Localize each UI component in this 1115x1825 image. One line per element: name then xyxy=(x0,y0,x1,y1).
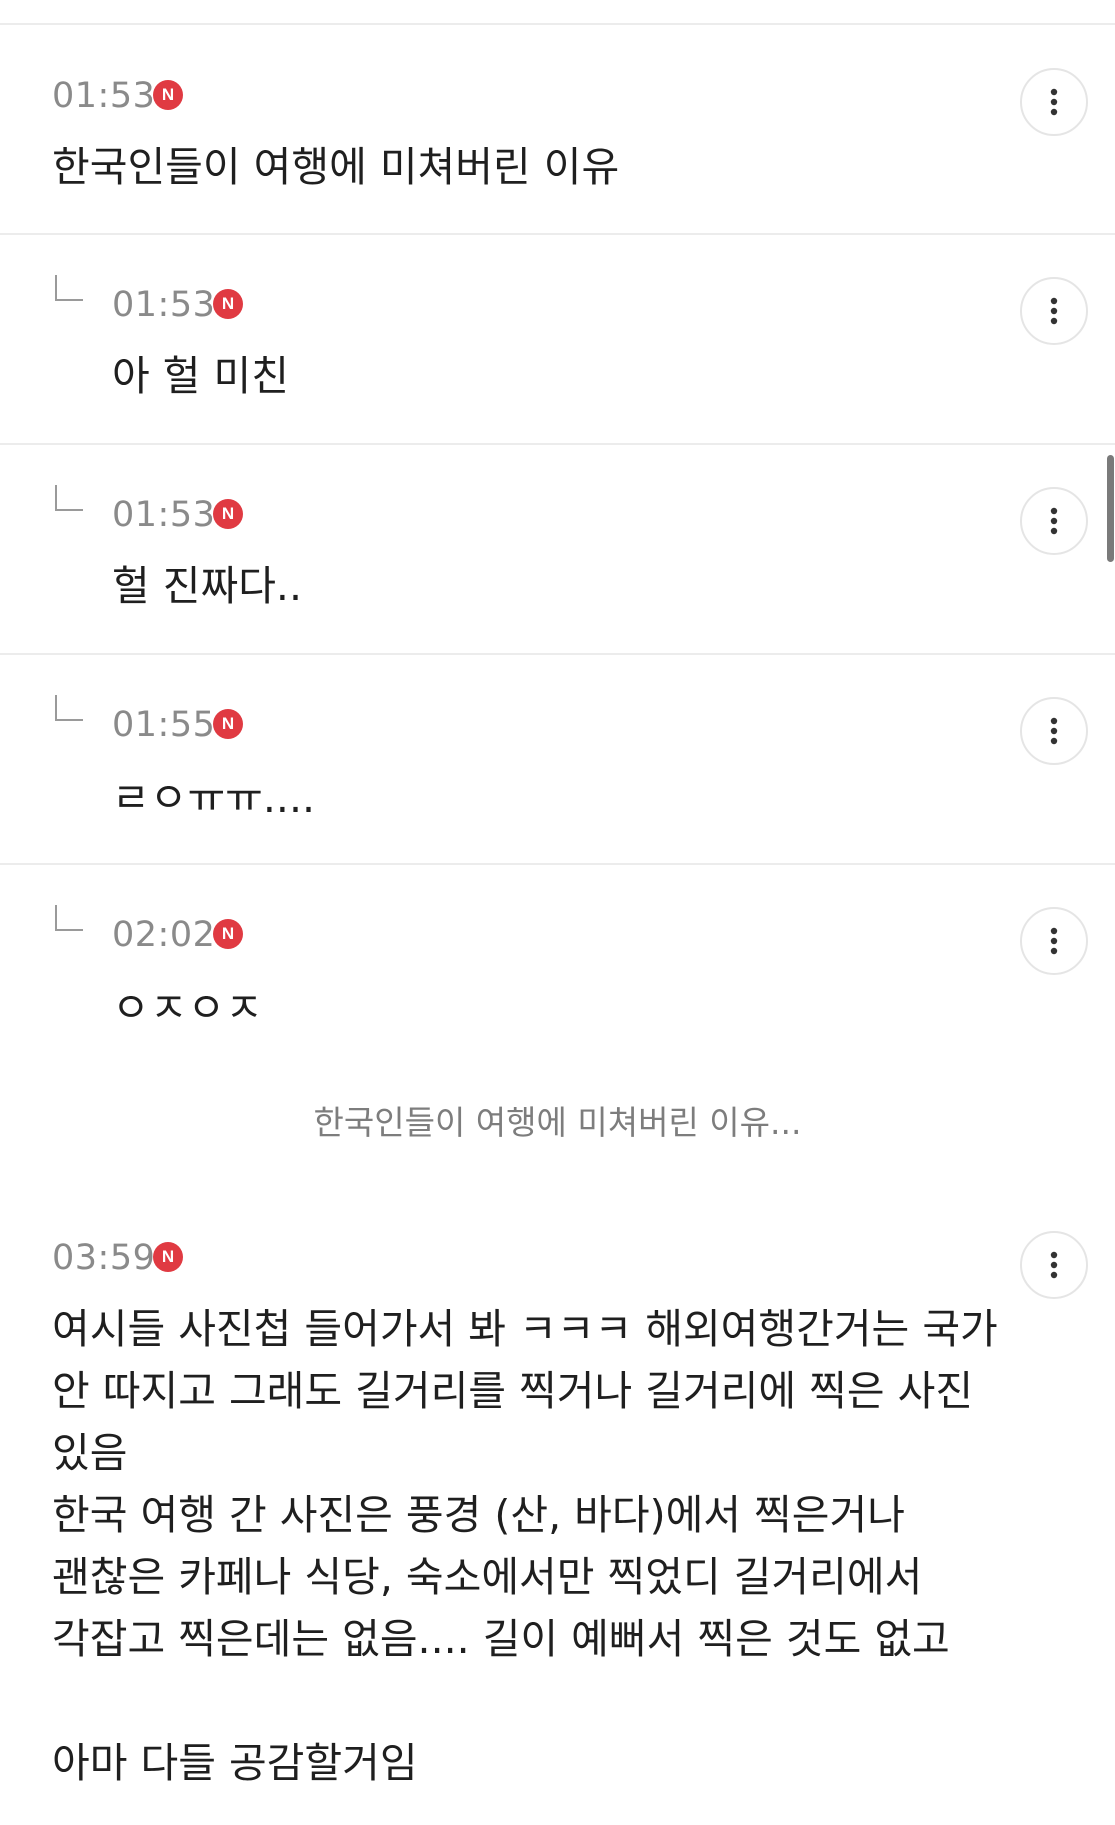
comment-text: 여시들 사진첩 들어가서 봐 ㅋㅋㅋ 해외여행간거는 국가 안 따지고 그래도 … xyxy=(52,1305,998,1787)
new-badge-icon: N xyxy=(153,1242,183,1272)
more-vertical-icon xyxy=(1050,88,1058,116)
more-vertical-icon xyxy=(1050,717,1058,745)
comment-text: 아 헐 미친 xyxy=(112,352,289,400)
new-badge-icon: N xyxy=(213,499,243,529)
more-vertical-icon xyxy=(1050,927,1058,955)
reply-item: 01:53 N 아 헐 미친 xyxy=(0,235,1115,445)
more-button[interactable] xyxy=(1020,277,1088,345)
reply-arrow-icon xyxy=(55,695,83,721)
new-badge-icon: N xyxy=(213,919,243,949)
comment-time: 01:53 xyxy=(112,495,216,535)
comment-time: 01:53 xyxy=(112,285,216,325)
comment-text: ㄹㅇㅠㅠ.... xyxy=(112,774,316,822)
scrollbar[interactable] xyxy=(1107,455,1114,562)
more-button[interactable] xyxy=(1020,68,1088,136)
reply-item: 01:55 N ㄹㅇㅠㅠ.... xyxy=(0,655,1115,865)
new-badge-icon: N xyxy=(213,289,243,319)
more-button[interactable] xyxy=(1020,487,1088,555)
comment-time: 01:53 xyxy=(52,76,156,116)
more-button[interactable] xyxy=(1020,1231,1088,1299)
more-vertical-icon xyxy=(1050,507,1058,535)
new-badge-icon: N xyxy=(153,80,183,110)
comment-item: 03:59 N 여시들 사진첩 들어가서 봐 ㅋㅋㅋ 해외여행간거는 국가 안 … xyxy=(0,1210,1115,1825)
comment-text: 헐 진짜다.. xyxy=(112,562,302,610)
comment-time: 02:02 xyxy=(112,915,216,955)
comment-time: 03:59 xyxy=(52,1238,156,1278)
reply-arrow-icon xyxy=(55,275,83,301)
comment-time: 01:55 xyxy=(112,705,216,745)
more-button[interactable] xyxy=(1020,697,1088,765)
comment-item: 01:53 N 한국인들이 여행에 미쳐버린 이유 xyxy=(0,25,1115,235)
more-vertical-icon xyxy=(1050,1251,1058,1279)
comment-text: 한국인들이 여행에 미쳐버린 이유 xyxy=(52,143,620,191)
more-vertical-icon xyxy=(1050,297,1058,325)
reply-arrow-icon xyxy=(55,485,83,511)
reply-arrow-icon xyxy=(55,905,83,931)
comment-text: ㅇㅈㅇㅈ xyxy=(112,984,263,1032)
more-button[interactable] xyxy=(1020,907,1088,975)
new-badge-icon: N xyxy=(213,709,243,739)
reply-item: 02:02 N ㅇㅈㅇㅈ xyxy=(0,865,1115,1065)
post-preview-link[interactable]: 한국인들이 여행에 미쳐버린 이유... xyxy=(0,1096,1115,1144)
reply-item: 01:53 N 헐 진짜다.. xyxy=(0,445,1115,655)
